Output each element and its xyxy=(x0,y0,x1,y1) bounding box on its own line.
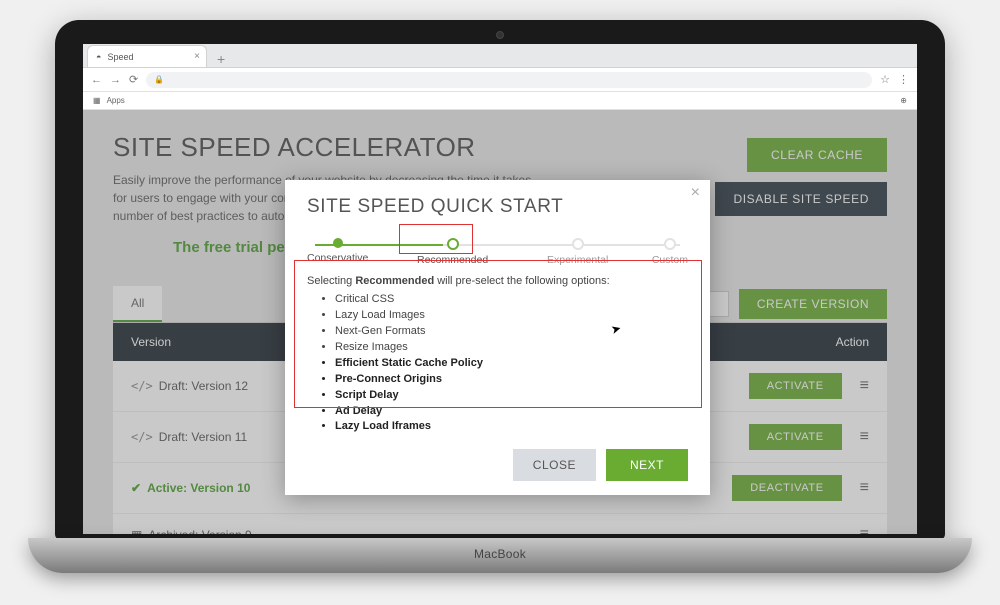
apps-icon[interactable]: ▦ xyxy=(93,96,101,105)
new-tab-button[interactable]: + xyxy=(207,51,235,67)
quick-start-modal: × SITE SPEED QUICK START Conservative Re… xyxy=(285,180,710,495)
step-custom[interactable]: Custom xyxy=(652,238,688,266)
preset-stepper: Conservative Recommended Experimental Cu… xyxy=(307,238,688,268)
tab-title: Speed xyxy=(107,52,133,62)
browser-tab[interactable]: ◓ Speed × xyxy=(87,45,207,67)
laptop-base: MacBook xyxy=(28,538,972,573)
back-icon[interactable]: ← xyxy=(91,74,102,86)
laptop-frame: ◓ Speed × + ← → ⟳ 🔒 ☆ ⋮ ▦ Apps ⊕ SITE SP xyxy=(55,20,945,540)
star-icon[interactable]: ☆ xyxy=(880,73,890,86)
url-input[interactable]: 🔒 xyxy=(146,72,872,88)
bookmark-bar: ▦ Apps ⊕ xyxy=(83,92,917,110)
option-item: Critical CSS xyxy=(335,292,688,308)
step-recommended[interactable]: Recommended xyxy=(417,238,488,266)
option-item: Ad Delay xyxy=(335,404,688,420)
browser-tab-bar: ◓ Speed × + xyxy=(83,44,917,68)
tab-close-icon[interactable]: × xyxy=(194,51,200,62)
option-item: Efficient Static Cache Policy xyxy=(335,356,688,372)
camera-dot xyxy=(496,31,504,39)
step-experimental[interactable]: Experimental xyxy=(547,238,608,266)
modal-body: Selecting Recommended will pre-select th… xyxy=(307,274,688,435)
overflow-icon[interactable]: ⊕ xyxy=(900,96,907,105)
close-icon[interactable]: × xyxy=(691,184,700,202)
step-conservative[interactable]: Conservative xyxy=(307,238,368,264)
lock-icon: 🔒 xyxy=(154,75,164,84)
close-button[interactable]: CLOSE xyxy=(513,449,596,481)
tab-favicon: ◓ xyxy=(96,52,101,62)
next-button[interactable]: NEXT xyxy=(606,449,688,481)
laptop-brand: MacBook xyxy=(474,547,526,561)
option-item: Resize Images xyxy=(335,340,688,356)
browser-toolbar: ← → ⟳ 🔒 ☆ ⋮ xyxy=(83,68,917,92)
reload-icon[interactable]: ⟳ xyxy=(129,73,138,86)
menu-icon[interactable]: ⋮ xyxy=(898,73,909,86)
apps-label[interactable]: Apps xyxy=(107,96,125,105)
option-item: Lazy Load Iframes xyxy=(335,419,688,435)
option-item: Next-Gen Formats xyxy=(335,324,688,340)
option-item: Pre-Connect Origins xyxy=(335,372,688,388)
modal-title: SITE SPEED QUICK START xyxy=(307,196,688,218)
options-list: Critical CSS Lazy Load Images Next-Gen F… xyxy=(307,292,688,435)
option-item: Lazy Load Images xyxy=(335,308,688,324)
option-item: Script Delay xyxy=(335,388,688,404)
screen: ◓ Speed × + ← → ⟳ 🔒 ☆ ⋮ ▦ Apps ⊕ SITE SP xyxy=(83,44,917,534)
forward-icon[interactable]: → xyxy=(110,74,121,86)
